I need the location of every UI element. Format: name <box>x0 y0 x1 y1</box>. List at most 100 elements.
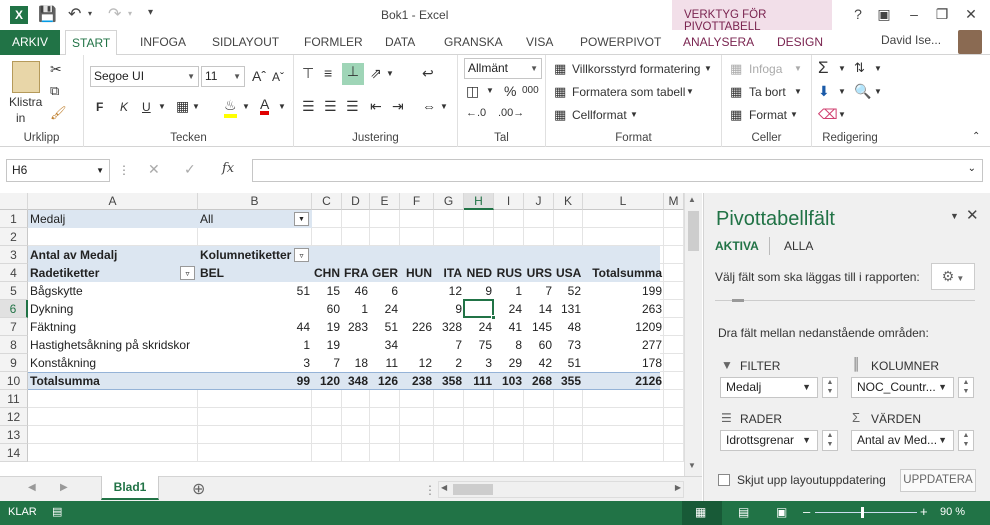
decrease-indent-icon[interactable]: ⇤ <box>370 98 382 115</box>
select-all-corner[interactable] <box>0 193 28 210</box>
bold-button[interactable]: F <box>96 100 103 114</box>
value-cell[interactable]: 3 <box>198 354 312 372</box>
delete-dropdown-icon[interactable]: ▼ <box>794 87 802 96</box>
value-cell[interactable] <box>400 300 434 318</box>
autosum-dropdown-icon[interactable]: ▼ <box>838 64 846 73</box>
value-cell[interactable] <box>400 336 434 354</box>
country-header[interactable]: RUS <box>494 264 524 282</box>
font-size-select[interactable]: 11 ▼ <box>201 66 245 87</box>
format-table-icon[interactable]: ▦ <box>554 84 566 100</box>
value-cell[interactable]: 7 <box>434 336 464 354</box>
country-header[interactable]: FRA <box>342 264 370 282</box>
row-header-12[interactable]: 12 <box>0 408 28 426</box>
tab-alla[interactable]: ALLA <box>784 239 813 253</box>
align-right-icon[interactable]: ☰ <box>346 98 359 115</box>
value-cell[interactable]: 44 <box>198 318 312 336</box>
column-header-i[interactable]: I <box>494 193 524 210</box>
country-header[interactable]: CHN <box>312 264 342 282</box>
defer-update-checkbox[interactable] <box>718 474 730 486</box>
page-break-view-icon[interactable]: ▣ <box>776 505 787 519</box>
value-cell[interactable]: 48 <box>554 318 583 336</box>
insert-dropdown-icon[interactable]: ▼ <box>794 64 802 73</box>
normal-view-button[interactable]: ▦ <box>682 501 722 525</box>
expand-formula-icon[interactable]: ⌄ <box>968 163 976 174</box>
total-value-cell[interactable]: 358 <box>434 372 464 390</box>
font-color-icon[interactable]: A <box>260 97 270 115</box>
value-cell[interactable]: 73 <box>554 336 583 354</box>
fill-icon[interactable]: ⬇ <box>818 83 830 100</box>
name-box[interactable]: H6 ▼ <box>6 159 110 182</box>
total-value-cell[interactable]: 238 <box>400 372 434 390</box>
tab-powerpivot[interactable]: POWERPIVOT <box>574 30 667 55</box>
value-cell[interactable]: 283 <box>342 318 370 336</box>
value-cell[interactable]: 199 <box>583 282 664 300</box>
total-value-cell[interactable]: 111 <box>464 372 494 390</box>
fill-color-icon[interactable]: ♨ <box>224 97 237 118</box>
underline-button[interactable]: U <box>142 100 151 114</box>
value-cell[interactable]: 51 <box>554 354 583 372</box>
value-cell[interactable]: 7 <box>524 282 554 300</box>
find-select-icon[interactable]: 🔍 <box>854 83 871 100</box>
increase-font-icon[interactable]: Aˆ <box>252 68 266 84</box>
delete-cells-icon[interactable]: ▦ <box>730 84 742 100</box>
minimize-button[interactable]: – <box>901 3 927 25</box>
value-cell[interactable]: 8 <box>494 336 524 354</box>
value-cell[interactable]: 263 <box>583 300 664 318</box>
tab-arkiv[interactable]: ARKIV <box>0 30 60 55</box>
accounting-format-icon[interactable]: ◫ <box>466 83 479 100</box>
sheet-splitter-icon[interactable]: ⋮ <box>424 483 436 497</box>
orientation-icon[interactable]: ⇗ <box>370 65 382 82</box>
value-cell[interactable]: 75 <box>464 336 494 354</box>
tab-formler[interactable]: FORMLER <box>298 30 369 55</box>
underline-dropdown-icon[interactable]: ▼ <box>158 102 166 111</box>
collapse-ribbon-icon[interactable]: ⌃ <box>972 131 980 142</box>
fill-dropdown-icon[interactable]: ▼ <box>242 102 250 111</box>
column-header-j[interactable]: J <box>524 193 554 210</box>
rows-field-spinner[interactable]: ▲ ▼ <box>822 430 838 451</box>
row-header-13[interactable]: 13 <box>0 426 28 444</box>
format-cells-button[interactable]: Format <box>749 108 787 122</box>
row-header-3[interactable]: 3 <box>0 246 28 264</box>
filter-dropdown-button[interactable]: ▼ <box>294 212 309 226</box>
comma-style-button[interactable]: 000 <box>522 85 539 96</box>
scroll-right-icon[interactable]: ▶ <box>675 483 681 492</box>
filter-label-cell[interactable]: Medalj <box>28 210 198 228</box>
user-name[interactable]: David Ise... <box>881 33 941 47</box>
column-header-k[interactable]: K <box>554 193 583 210</box>
align-middle-icon[interactable]: ≡ <box>324 65 332 81</box>
total-value-cell[interactable]: 103 <box>494 372 524 390</box>
percent-button[interactable]: % <box>504 83 516 99</box>
row-header-9[interactable]: 9 <box>0 354 28 372</box>
active-cell-selection[interactable] <box>463 299 494 318</box>
column-filter-icon[interactable]: ▿ <box>294 248 309 262</box>
tab-visa[interactable]: VISA <box>520 30 559 55</box>
value-cell[interactable] <box>342 336 370 354</box>
row-header-2[interactable]: 2 <box>0 228 28 246</box>
rows-field-chip[interactable]: Idrottsgrenar ▼ <box>720 430 818 451</box>
decrease-font-icon[interactable]: Aˇ <box>272 70 284 84</box>
number-format-select[interactable]: Allmänt ▼ <box>464 58 542 79</box>
align-top-icon[interactable]: ⊤ <box>302 65 314 82</box>
more-icon[interactable]: ⋮ <box>118 163 130 177</box>
increase-decimal-icon[interactable]: ←.0 <box>466 107 486 119</box>
redo-dropdown-icon[interactable]: ▾ <box>128 9 132 18</box>
value-cell[interactable]: 24 <box>464 318 494 336</box>
insert-function-icon[interactable]: fx <box>222 161 234 176</box>
value-cell[interactable]: 328 <box>434 318 464 336</box>
column-header-d[interactable]: D <box>342 193 370 210</box>
value-cell[interactable]: 178 <box>583 354 664 372</box>
sport-label[interactable]: Fäktning <box>28 318 198 336</box>
column-header-c[interactable]: C <box>312 193 342 210</box>
column-header-a[interactable]: A <box>28 193 198 210</box>
value-cell[interactable]: 9 <box>434 300 464 318</box>
clear-dropdown-icon[interactable]: ▼ <box>838 110 846 119</box>
total-value-cell[interactable]: 120 <box>312 372 342 390</box>
zoom-out-icon[interactable]: – <box>803 504 810 519</box>
copy-icon[interactable]: ⧉ <box>50 83 59 99</box>
sport-label[interactable]: Hastighetsåkning på skridskor <box>28 336 198 354</box>
undo-dropdown-icon[interactable]: ▾ <box>88 9 92 18</box>
value-cell[interactable]: 12 <box>400 354 434 372</box>
horizontal-scroll-thumb[interactable] <box>453 484 493 495</box>
format-painter-icon[interactable]: 🖌 <box>50 105 67 121</box>
macro-record-icon[interactable]: ▤ <box>52 505 62 518</box>
